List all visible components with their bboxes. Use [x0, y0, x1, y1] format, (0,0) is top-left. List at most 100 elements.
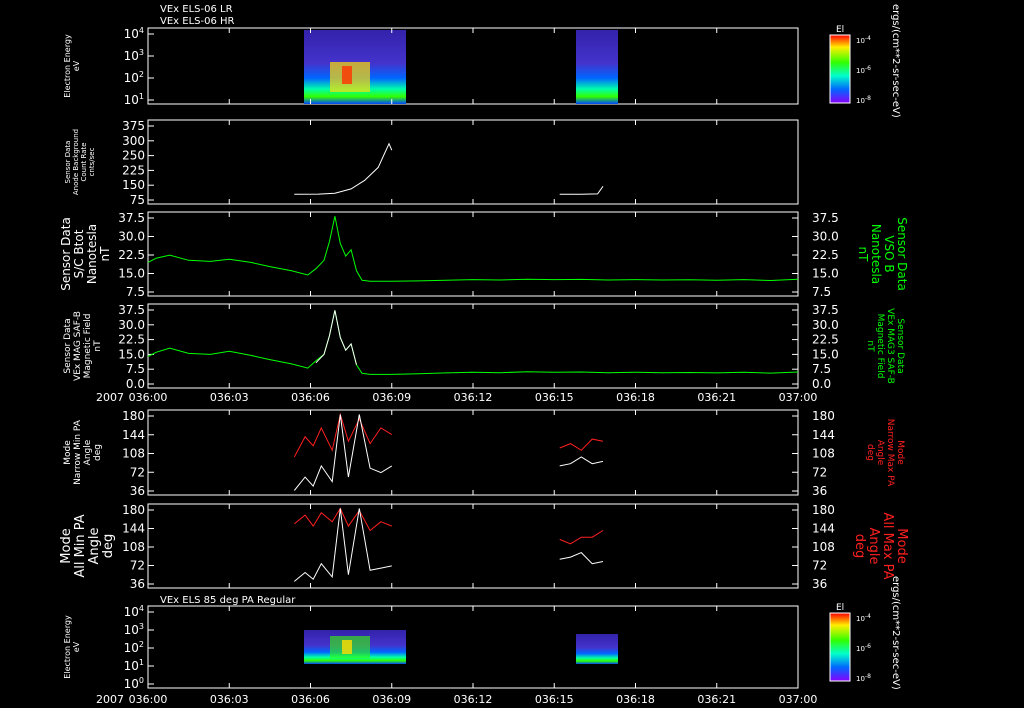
panel1-spectrogram: [304, 30, 618, 104]
panel3-frame: [147, 211, 799, 297]
y-tick-label: 30.0: [118, 230, 145, 244]
header-line1: VEx ELS-06 LR: [160, 4, 233, 15]
y-tick-label: 180: [122, 409, 145, 423]
colorbar-top-label: El: [836, 25, 844, 35]
time-tick-label: 036:18: [616, 391, 655, 404]
y-tick-label: 15.0: [118, 267, 145, 281]
y-tick-label: 72: [130, 559, 145, 573]
y-tick-label-right: 180: [812, 409, 835, 423]
colorbar-top-gradient: [829, 34, 851, 104]
series-line: [559, 530, 604, 545]
panel1-frame: [147, 27, 799, 105]
y-tick-label-right: 22.5: [812, 333, 839, 347]
y-tick-label: 102: [124, 70, 144, 85]
y-tick-label: 108: [122, 447, 145, 461]
y-axis-label-right: VEx MAG3 SAF-B: [885, 308, 895, 384]
y-axis-label: Mode: [59, 528, 74, 563]
y-axis-label-right: Mode: [895, 440, 905, 465]
spectrogram-block-4: [576, 634, 618, 664]
time-tick-label: 036:00: [129, 391, 168, 404]
y-tick-label-right: 36: [812, 484, 827, 498]
colorbar-tick-label: 10-6: [856, 643, 871, 653]
series-line: [559, 456, 604, 467]
y-axis-label: Sensor Data: [64, 141, 72, 184]
y-axis-label: All Min PA: [73, 514, 88, 577]
y-tick-label: 180: [122, 503, 145, 517]
time-tick-label: 036:00: [129, 693, 168, 706]
series-line: [147, 310, 799, 375]
y-tick-label: 225: [122, 163, 145, 177]
y-tick-label-right: 108: [812, 540, 835, 554]
y-tick-label: 104: [124, 604, 144, 619]
series-line: [315, 310, 357, 366]
header-line2: VEx ELS-06 HR: [160, 16, 235, 27]
y-axis-label-right: nT: [865, 340, 875, 352]
y-tick-label: 37.5: [118, 303, 145, 317]
y-tick-label: 102: [124, 640, 144, 655]
y-tick-label-right: 30.0: [812, 318, 839, 332]
multipanel-figure: VEx ELS-06 LR VEx ELS-06 HR VEx ELS 85 d…: [59, 4, 909, 706]
y-tick-label-right: 72: [812, 559, 827, 573]
y-tick-label: 30.0: [118, 318, 145, 332]
panel7-spectrogram: [304, 630, 618, 664]
y-axis-label: Sensor Data: [63, 318, 73, 373]
y-axis-label: eV: [72, 641, 81, 652]
colorbar-tick-label: 10-8: [856, 673, 871, 683]
series-line: [294, 142, 393, 195]
panel2-frame: [147, 119, 799, 205]
panel6-frame: [147, 503, 799, 589]
series-line: [147, 216, 799, 282]
series-line: [293, 508, 392, 582]
y-axis-label-right: deg: [852, 534, 867, 559]
y-axis-label-right: Sensor Data: [895, 318, 905, 373]
y-axis-label: Angle: [87, 528, 102, 565]
y-axis-label: S/C Btot: [72, 229, 86, 278]
y-axis-label: eV: [72, 60, 81, 71]
y-tick-label-right: 37.5: [812, 303, 839, 317]
y-axis-label: Electron Energy: [63, 34, 72, 98]
time-tick-label: 036:12: [454, 391, 493, 404]
y-axis-label: nT: [93, 340, 103, 352]
spectrogram-block-2: [576, 30, 618, 104]
y-tick-label: 103: [124, 622, 144, 637]
y-axis-label-right: nT: [856, 247, 870, 263]
y-axis-label: Magnetic Field: [83, 314, 93, 379]
time-tick-label: 036:03: [210, 391, 249, 404]
time-tick-label: 037:00: [779, 391, 818, 404]
panel5-frame: [147, 409, 799, 496]
time-tick-label: 036:15: [535, 391, 574, 404]
y-axis-label-right: Angle: [875, 440, 885, 466]
y-axis-label: Electron Energy: [63, 615, 72, 679]
y-tick-label-right: 180: [812, 503, 835, 517]
y-tick-label: 72: [130, 465, 145, 479]
y-tick-label: 144: [122, 428, 145, 442]
y-axis-label-right: Narrow Max PA: [885, 419, 895, 487]
y-tick-label: 101: [124, 92, 144, 107]
year-label-1: 2007: [96, 391, 124, 404]
series-line: [559, 438, 604, 451]
y-tick-label: 101: [124, 658, 144, 673]
colorbar-bottom-gradient: [829, 612, 851, 682]
y-tick-label: 75: [130, 193, 145, 207]
panel4-frame: [147, 303, 799, 389]
y-tick-label-right: 144: [812, 522, 835, 536]
y-tick-label-right: 36: [812, 577, 827, 591]
time-tick-label: 036:21: [697, 693, 736, 706]
y-axis-label: deg: [93, 444, 103, 461]
y-tick-label: 37.5: [118, 211, 145, 225]
y-tick-label: 15.0: [118, 347, 145, 361]
spectrogram-peak-1: [342, 66, 352, 84]
series-line: [293, 414, 393, 491]
y-tick-label-right: 144: [812, 428, 835, 442]
y-tick-label-right: 72: [812, 465, 827, 479]
colorbar-bottom-label: El: [836, 603, 844, 613]
y-tick-label-right: 108: [812, 447, 835, 461]
time-tick-label: 037:00: [779, 693, 818, 706]
time-tick-label: 036:18: [616, 693, 655, 706]
y-axis-label: Mode: [63, 440, 73, 465]
y-tick-label: 103: [124, 48, 144, 63]
colorbar-tick-label: 10-8: [856, 95, 871, 105]
y-tick-label-right: 7.5: [812, 362, 831, 376]
time-tick-label: 036:03: [210, 693, 249, 706]
colorbar-tick-label: 10-4: [856, 613, 871, 623]
